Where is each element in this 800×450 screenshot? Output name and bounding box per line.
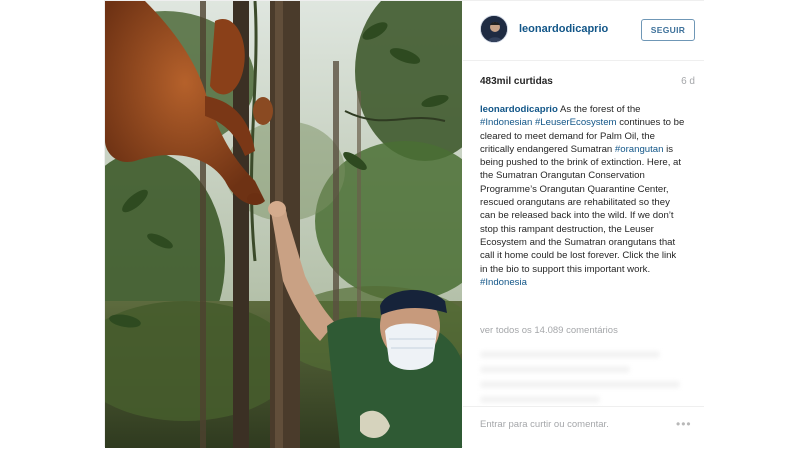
post-stats: 483mil curtidas 6 d xyxy=(480,76,695,90)
caption-text: is being pushed to the brink of extincti… xyxy=(480,143,682,275)
blurred-comment-line xyxy=(480,396,600,403)
caption-text: As the forest of the xyxy=(557,104,641,115)
post-header: leonardodicaprio SEGUIR xyxy=(463,1,704,61)
blurred-comment-line xyxy=(480,366,630,373)
hashtag-indonesia[interactable]: #Indonesia xyxy=(480,277,527,288)
hashtag-indonesian[interactable]: #Indonesian xyxy=(480,117,532,128)
follow-button[interactable]: SEGUIR xyxy=(641,19,695,41)
username-link[interactable]: leonardodicaprio xyxy=(519,23,608,35)
view-all-comments-link[interactable]: ver todos os 14.089 comentários xyxy=(480,325,618,336)
post-footer: Entrar para curtir ou comentar. ••• xyxy=(463,406,704,448)
post-photo-image xyxy=(105,1,462,448)
blurred-comments xyxy=(480,343,695,413)
profile-avatar[interactable] xyxy=(480,15,508,43)
hashtag-leuser[interactable]: #LeuserEcosystem xyxy=(535,117,617,128)
post-caption: leonardodicaprio As the forest of the #I… xyxy=(480,103,685,289)
caption-username[interactable]: leonardodicaprio xyxy=(480,104,558,115)
blurred-comment-line xyxy=(480,351,660,358)
more-options-icon[interactable]: ••• xyxy=(676,417,692,431)
avatar-icon xyxy=(481,16,507,42)
blurred-comment-line xyxy=(480,381,680,388)
likes-count[interactable]: 483mil curtidas xyxy=(480,76,553,87)
instagram-post: leonardodicaprio SEGUIR 483mil curtidas … xyxy=(104,0,704,448)
hashtag-orangutan[interactable]: #orangutan xyxy=(615,144,664,155)
login-to-comment-link[interactable]: Entrar para curtir ou comentar. xyxy=(480,419,609,430)
post-time[interactable]: 6 d xyxy=(681,76,695,87)
post-photo[interactable] xyxy=(105,1,462,448)
post-sidebar: leonardodicaprio SEGUIR 483mil curtidas … xyxy=(463,1,704,448)
